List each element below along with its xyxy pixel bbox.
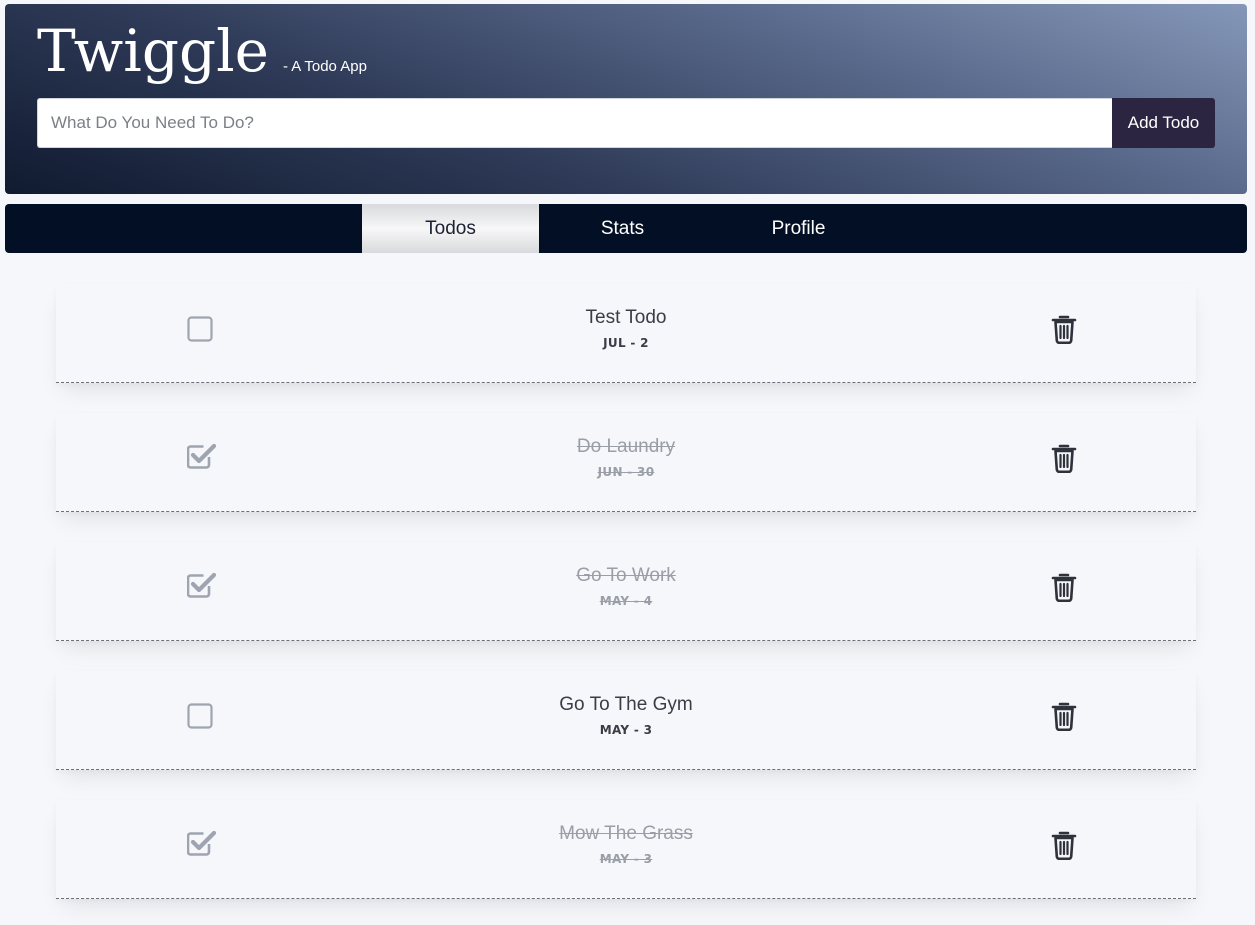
trash-icon[interactable] [1051,314,1077,345]
tab-bar: Todos Stats Profile [5,204,1247,253]
todo-title: Test Todo [585,307,667,328]
trash-icon[interactable] [1051,830,1077,861]
todo-title: Go To Work [576,565,676,586]
todo-input[interactable] [37,98,1112,148]
todo-date: MAY - 3 [599,723,653,737]
todo-title: Mow The Grass [559,823,693,844]
checkbox-checked-icon[interactable] [186,443,217,469]
checkbox-checked-icon[interactable] [186,572,217,598]
trash-icon[interactable] [1051,701,1077,732]
todo-item: Mow The Grass MAY - 3 [56,800,1196,899]
todo-date: MAY - 4 [599,594,653,608]
todo-title: Go To The Gym [559,694,693,715]
trash-icon[interactable] [1051,443,1077,474]
add-todo-button[interactable]: Add Todo [1112,98,1215,148]
todo-text: Test Todo JUL - 2 [426,306,826,350]
todo-text: Go To The Gym MAY - 3 [426,693,826,737]
app-subtitle: - A Todo App [282,58,367,75]
todo-text: Go To Work MAY - 4 [426,564,826,608]
checkbox-icon[interactable] [187,703,213,729]
add-todo-form: Add Todo [37,98,1215,148]
app-header: Twiggle - A Todo App Add Todo [5,4,1247,194]
todo-item: Do Laundry JUN - 30 [56,413,1196,512]
todo-item: Go To Work MAY - 4 [56,542,1196,641]
todo-date: JUL - 2 [603,336,649,350]
checkbox-icon[interactable] [187,316,213,342]
todo-text: Do Laundry JUN - 30 [426,435,826,479]
tab-stats[interactable]: Stats [534,204,711,253]
tab-todos[interactable]: Todos [362,204,539,253]
app-title: Twiggle [37,17,269,85]
todo-text: Mow The Grass MAY - 3 [426,822,826,866]
todo-item: Test Todo JUL - 2 [56,284,1196,383]
tab-profile[interactable]: Profile [710,204,887,253]
todo-title: Do Laundry [576,436,676,457]
todo-date: JUN - 30 [597,465,655,479]
todo-item: Go To The Gym MAY - 3 [56,671,1196,770]
trash-icon[interactable] [1051,572,1077,603]
todo-date: MAY - 3 [599,852,653,866]
checkbox-checked-icon[interactable] [186,830,217,856]
brand: Twiggle - A Todo App [37,16,367,86]
